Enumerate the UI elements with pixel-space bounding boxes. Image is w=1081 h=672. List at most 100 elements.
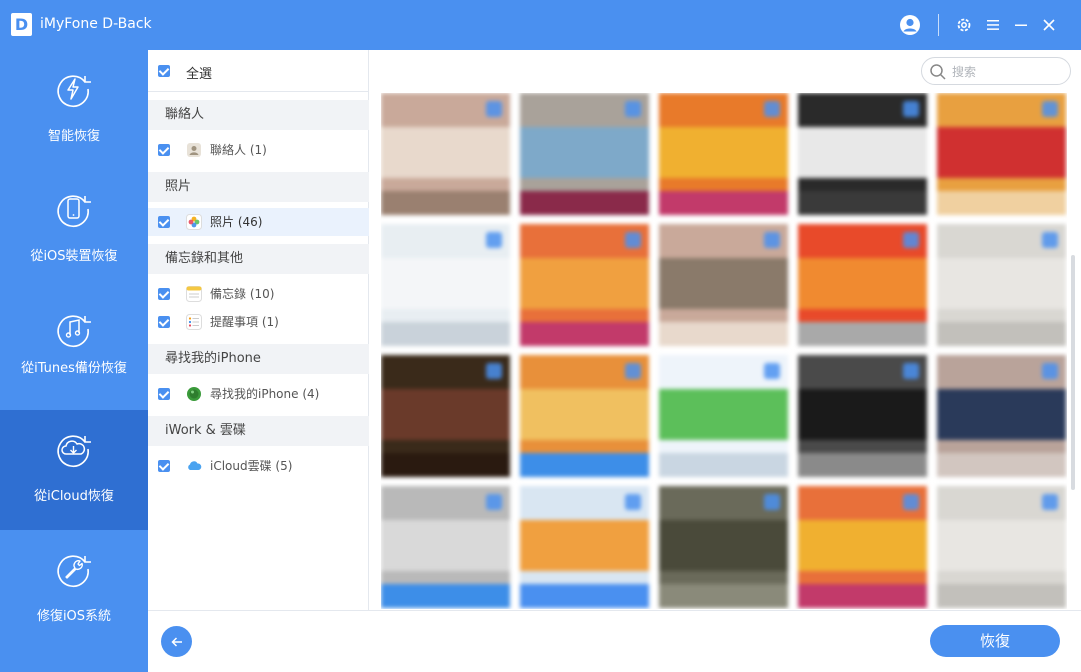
- search-input[interactable]: [952, 63, 1062, 81]
- icloud-icon: [188, 461, 202, 470]
- category-item-reminders[interactable]: 提醒事項 (1): [148, 308, 369, 336]
- thumbnail-checkbox[interactable]: [764, 363, 780, 379]
- sidebar: 智能恢復 從iOS裝置恢復 從iTunes備份恢復 從iCloud恢復 修復iO…: [0, 50, 148, 672]
- contacts-checkbox[interactable]: [158, 144, 170, 156]
- icloud-drive-checkbox[interactable]: [158, 460, 170, 472]
- thumbnail-checkbox[interactable]: [625, 363, 641, 379]
- category-item-photos[interactable]: 照片 (46): [148, 208, 369, 236]
- sidebar-item-smart-recovery[interactable]: 智能恢復: [0, 50, 148, 170]
- sidebar-item-itunes-backup[interactable]: 從iTunes備份恢復: [0, 290, 148, 410]
- select-all-label: 全選: [186, 67, 213, 82]
- thumbnail-checkbox[interactable]: [764, 101, 780, 117]
- sidebar-item-label: 從iTunes備份恢復: [21, 361, 127, 376]
- category-header-photos: 照片: [148, 172, 369, 202]
- thumbnail-checkbox[interactable]: [486, 494, 502, 510]
- thumbnail-checkbox[interactable]: [486, 101, 502, 117]
- photo-thumbnail[interactable]: [520, 355, 649, 477]
- thumbnail-checkbox[interactable]: [1042, 232, 1058, 248]
- photo-thumbnail[interactable]: [659, 93, 788, 215]
- content-toolbar: [370, 50, 1081, 92]
- reminders-icon: [186, 314, 202, 330]
- search-box[interactable]: [921, 57, 1071, 85]
- back-button[interactable]: [161, 626, 192, 657]
- sidebar-item-label: 從iCloud恢復: [34, 489, 114, 504]
- gear-icon[interactable]: [953, 14, 975, 36]
- user-icon[interactable]: [899, 14, 921, 36]
- photos-checkbox[interactable]: [158, 216, 170, 228]
- photo-thumbnail[interactable]: [937, 93, 1066, 215]
- photo-thumbnail[interactable]: [798, 93, 927, 215]
- photo-thumbnail[interactable]: [659, 486, 788, 608]
- select-all-checkbox[interactable]: [158, 65, 170, 77]
- wrench-icon: [57, 555, 91, 588]
- category-item-label: 尋找我的iPhone (4): [210, 387, 320, 401]
- photo-thumbnail[interactable]: [381, 486, 510, 608]
- sidebar-item-icloud[interactable]: 從iCloud恢復: [0, 410, 148, 530]
- sidebar-item-ios-repair[interactable]: 修復iOS系統: [0, 530, 148, 650]
- thumbnail-checkbox[interactable]: [764, 232, 780, 248]
- thumbnail-checkbox[interactable]: [486, 232, 502, 248]
- photo-thumbnail[interactable]: [798, 224, 927, 346]
- category-item-find-iphone[interactable]: 尋找我的iPhone (4): [148, 380, 369, 408]
- menu-icon[interactable]: [982, 14, 1004, 36]
- select-all-row[interactable]: 全選: [148, 50, 369, 92]
- photo-thumbnail[interactable]: [798, 486, 927, 608]
- app-logo: D: [11, 13, 32, 36]
- photos-icon: [186, 214, 202, 230]
- thumbnail-checkbox[interactable]: [625, 232, 641, 248]
- find-iphone-icon: [187, 387, 201, 401]
- photo-thumbnail[interactable]: [937, 224, 1066, 346]
- category-item-notes[interactable]: 備忘錄 (10): [148, 280, 369, 308]
- thumbnail-checkbox[interactable]: [486, 363, 502, 379]
- category-item-label: 提醒事項 (1): [210, 315, 279, 329]
- category-panel: 全選 聯絡人 聯絡人 (1) 照片 照片 (46) 備忘錄和其他 備忘錄 (10…: [148, 50, 369, 610]
- minimize-icon[interactable]: [1010, 14, 1032, 36]
- photo-grid: [381, 93, 1067, 609]
- notes-icon: [186, 286, 202, 302]
- sidebar-item-ios-device[interactable]: 從iOS裝置恢復: [0, 170, 148, 290]
- photo-thumbnail[interactable]: [520, 486, 649, 608]
- notes-checkbox[interactable]: [158, 288, 170, 300]
- category-item-contacts[interactable]: 聯絡人 (1): [148, 136, 369, 164]
- thumbnail-checkbox[interactable]: [903, 101, 919, 117]
- footer-bar: 恢復: [148, 610, 1081, 672]
- thumbnail-checkbox[interactable]: [625, 101, 641, 117]
- category-header-iwork: iWork & 雲碟: [148, 416, 369, 446]
- photo-thumbnail[interactable]: [659, 355, 788, 477]
- thumbnail-checkbox[interactable]: [903, 232, 919, 248]
- photo-thumbnail[interactable]: [520, 224, 649, 346]
- photo-thumbnail[interactable]: [798, 355, 927, 477]
- thumbnail-checkbox[interactable]: [1042, 363, 1058, 379]
- photo-thumbnail[interactable]: [937, 355, 1066, 477]
- photo-thumbnail[interactable]: [381, 355, 510, 477]
- photo-thumbnail[interactable]: [381, 93, 510, 215]
- photo-thumbnail[interactable]: [381, 224, 510, 346]
- lightning-icon: [57, 75, 91, 108]
- category-item-label: 照片 (46): [210, 215, 263, 229]
- music-icon: [57, 315, 91, 348]
- photo-thumbnail[interactable]: [520, 93, 649, 215]
- category-item-label: iCloud雲碟 (5): [210, 459, 293, 473]
- recover-button[interactable]: 恢復: [930, 625, 1060, 657]
- photo-thumbnail[interactable]: [659, 224, 788, 346]
- sidebar-item-label: 從iOS裝置恢復: [30, 249, 118, 264]
- category-item-label: 備忘錄 (10): [210, 287, 275, 301]
- thumbnail-checkbox[interactable]: [764, 494, 780, 510]
- title-separator: [938, 14, 939, 36]
- thumbnail-checkbox[interactable]: [1042, 101, 1058, 117]
- find-iphone-checkbox[interactable]: [158, 388, 170, 400]
- category-item-icloud-drive[interactable]: iCloud雲碟 (5): [148, 452, 369, 480]
- photo-thumbnail[interactable]: [937, 486, 1066, 608]
- sidebar-item-label: 智能恢復: [47, 129, 100, 144]
- title-bar: D iMyFone D-Back: [0, 0, 1081, 50]
- close-icon[interactable]: [1038, 14, 1060, 36]
- category-header-contacts: 聯絡人: [148, 100, 369, 130]
- thumbnail-checkbox[interactable]: [903, 494, 919, 510]
- grid-scrollbar[interactable]: [1071, 255, 1075, 490]
- thumbnail-checkbox[interactable]: [1042, 494, 1058, 510]
- reminders-checkbox[interactable]: [158, 316, 170, 328]
- thumbnail-checkbox[interactable]: [625, 494, 641, 510]
- phone-icon: [57, 195, 91, 228]
- search-icon: [930, 64, 946, 80]
- thumbnail-checkbox[interactable]: [903, 363, 919, 379]
